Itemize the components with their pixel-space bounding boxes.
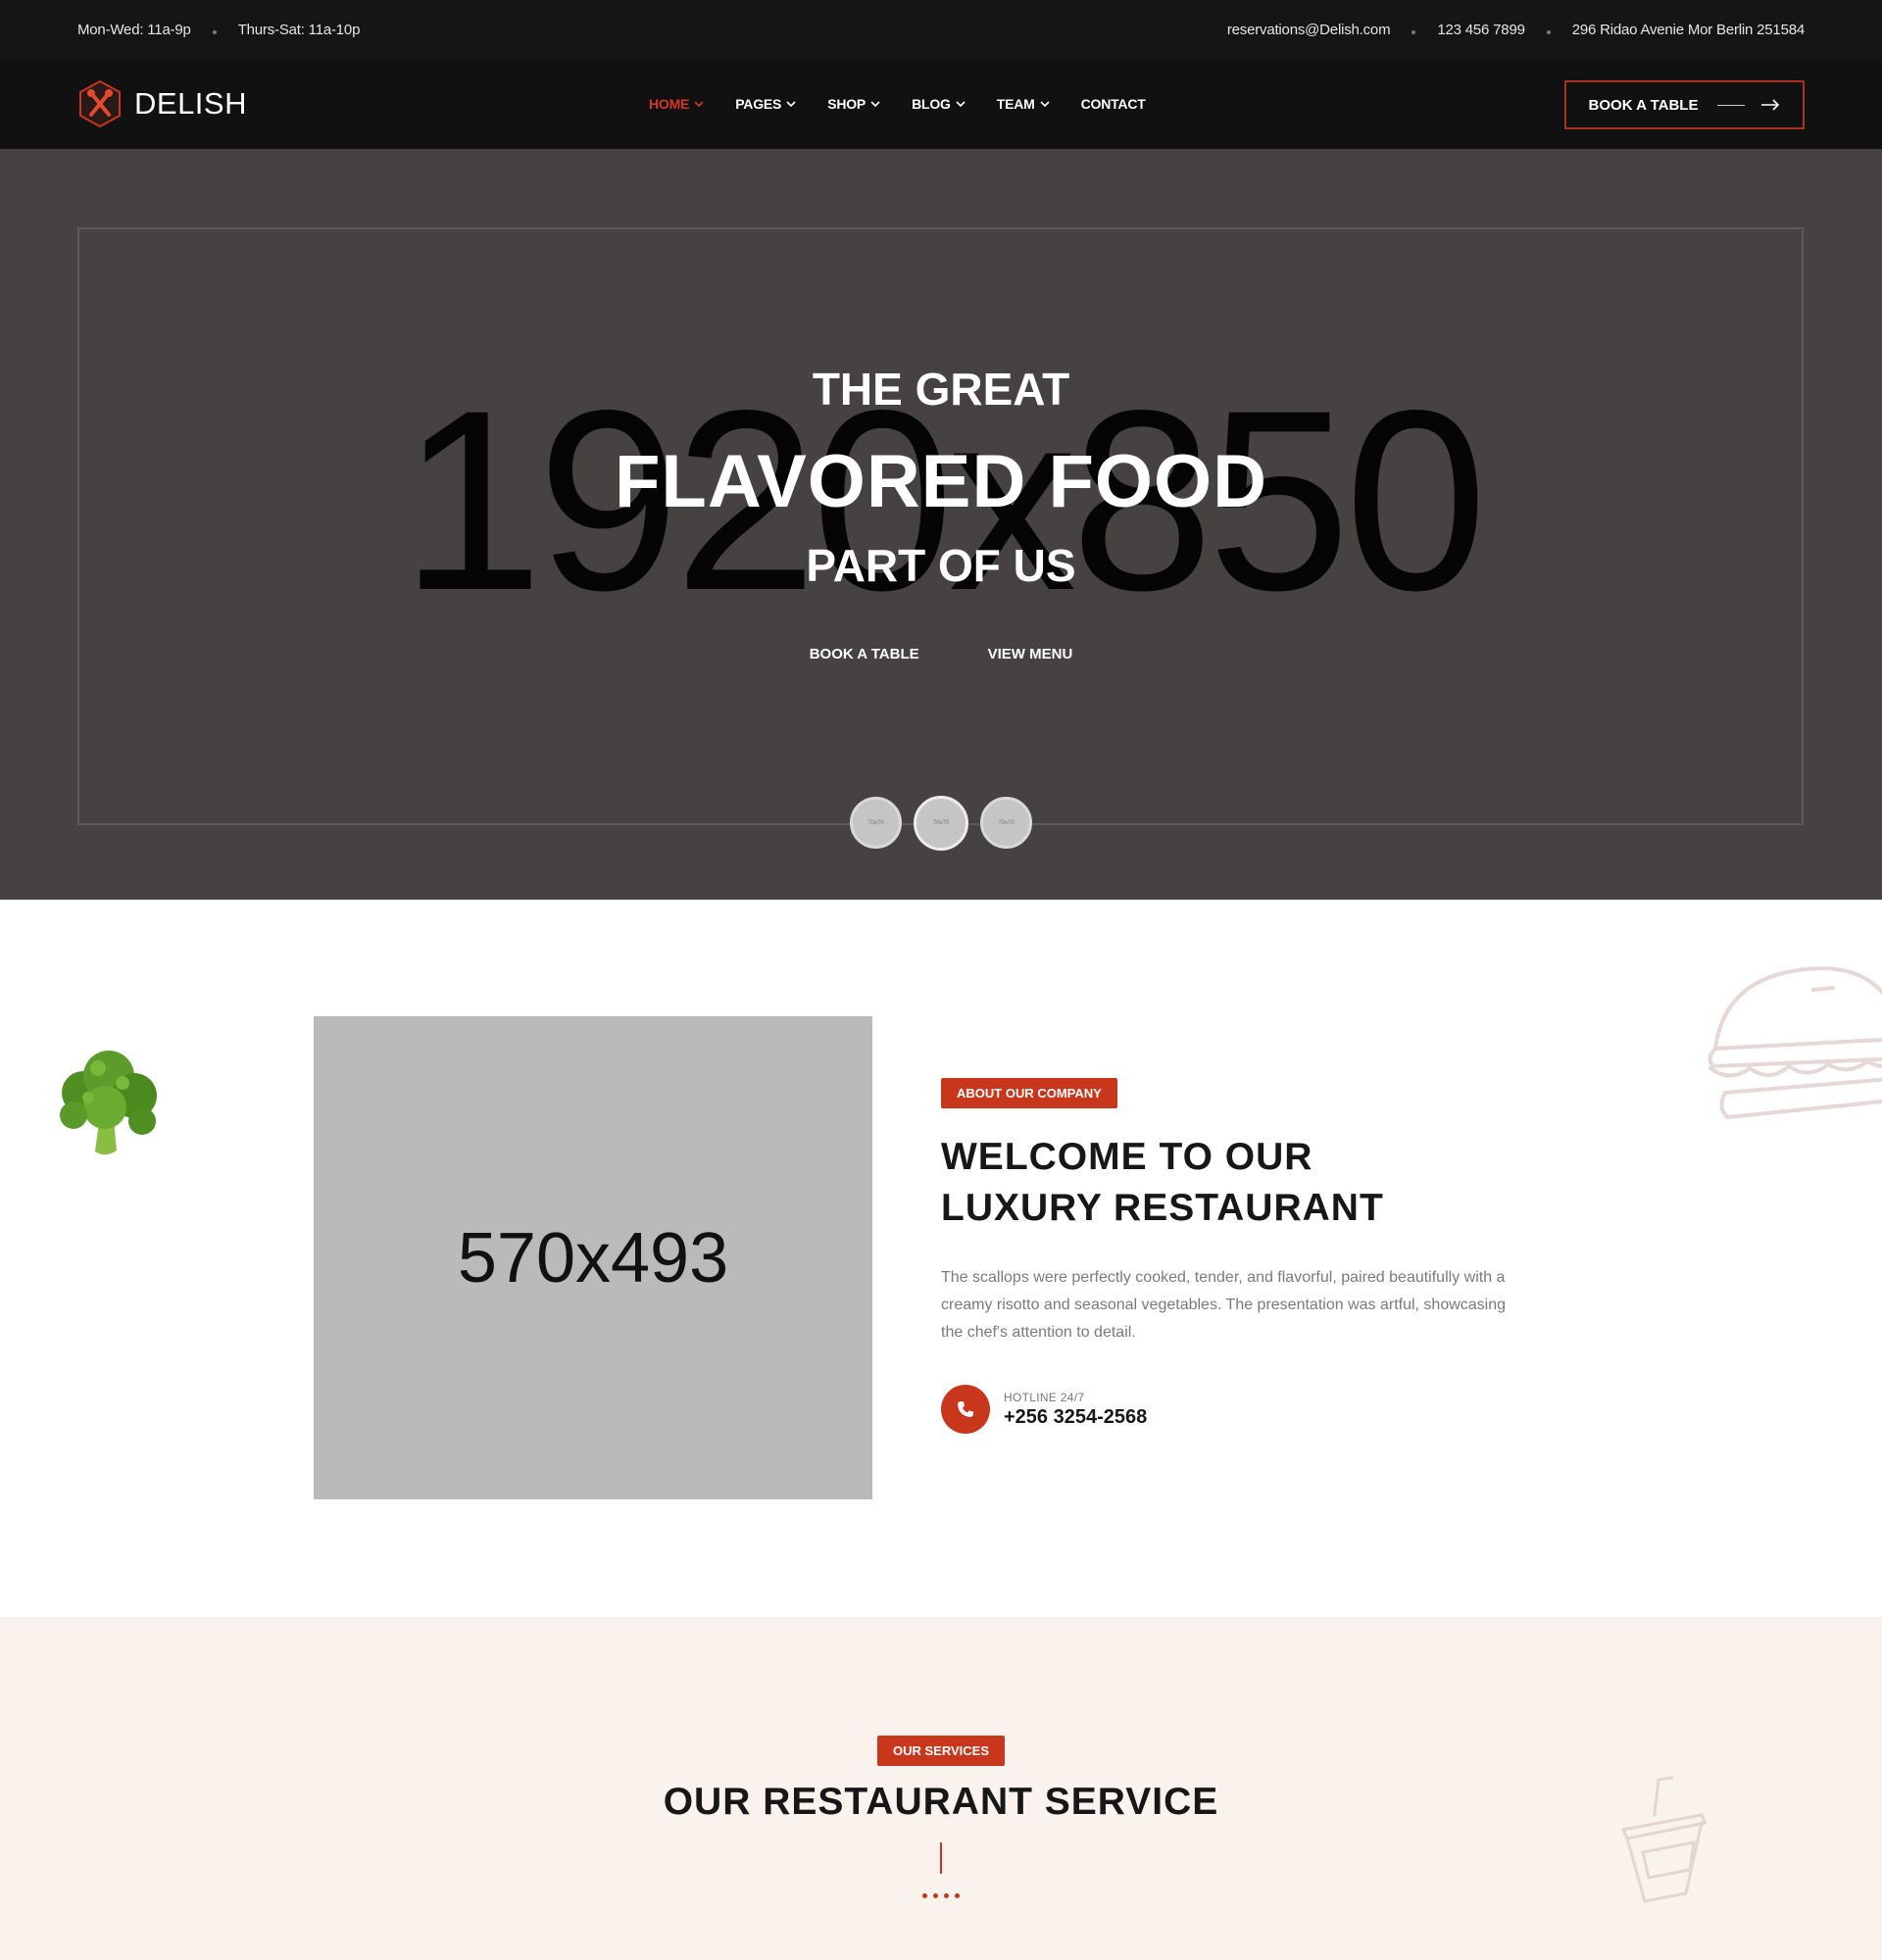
button-line-decoration: [1717, 104, 1746, 106]
site-logo[interactable]: DELISH: [77, 79, 247, 128]
nav-item-label: TEAM: [996, 96, 1035, 112]
divider-dot: [944, 1893, 949, 1898]
main-nav: HOME PAGES SHOP BLOG TEAM CONTACT: [649, 59, 1146, 149]
phone-icon: [958, 1401, 973, 1417]
services-divider-dots: [0, 1893, 1882, 1898]
separator-dot: [212, 30, 217, 34]
services-divider-line: [940, 1842, 942, 1874]
hotline-label: HOTLINE 24/7: [1004, 1390, 1085, 1404]
hotline-number[interactable]: +256 3254-2568: [1004, 1406, 1147, 1429]
chevron-down-icon: [1040, 101, 1050, 108]
slider-pagination: 70x70 70x70 70x70: [0, 796, 1882, 851]
nav-item-team[interactable]: TEAM: [997, 96, 1051, 112]
chevron-down-icon: [870, 101, 880, 108]
about-section: [0, 900, 1882, 1617]
divider-dot: [933, 1893, 938, 1898]
hero-slider: 1920x850 THE GREAT FLAVORED FOOD PART OF…: [0, 149, 1882, 900]
nav-item-home[interactable]: HOME: [649, 96, 705, 112]
services-title: OUR RESTAURANT SERVICE: [663, 1781, 1219, 1823]
contact-info: reservations@Delish.com 123 456 7899 296…: [1227, 0, 1805, 59]
phone-icon-wrap: [941, 1385, 990, 1434]
slider-dot-1[interactable]: 70x70: [850, 797, 902, 849]
about-image-placeholder: 570x493: [314, 1016, 872, 1499]
logo-text: DELISH: [134, 86, 247, 121]
broccoli-icon: [60, 1051, 157, 1155]
logo-icon: [79, 79, 121, 128]
separator-dot: [1546, 30, 1551, 34]
main-header: DELISH HOME PAGES SHOP BLOG TEAM CONTACT…: [0, 59, 1882, 149]
hotline-text: HOTLINE 24/7 +256 3254-2568: [1004, 1391, 1147, 1429]
nav-item-shop[interactable]: SHOP: [827, 96, 881, 112]
book-a-table-button[interactable]: BOOK A TABLE: [1564, 80, 1805, 129]
hero-book-a-table-link[interactable]: BOOK A TABLE: [810, 646, 919, 662]
divider-dot: [955, 1893, 960, 1898]
hero-tagline: PART OF US: [806, 540, 1076, 591]
cup-icon: [1621, 1776, 1708, 1903]
hours-mon-wed: Mon-Wed: 11a-9p: [77, 21, 191, 38]
book-a-table-label: BOOK A TABLE: [1588, 96, 1699, 114]
opening-hours: Mon-Wed: 11a-9p Thurs-Sat: 11a-10p: [77, 0, 360, 59]
nav-item-label: CONTACT: [1080, 96, 1146, 112]
separator-dot: [1412, 30, 1416, 34]
about-description: The scallops were perfectly cooked, tend…: [941, 1269, 1507, 1341]
nav-item-label: HOME: [649, 96, 690, 112]
services-badge: OUR SERVICES: [876, 1736, 1005, 1766]
chevron-down-icon: [694, 101, 704, 108]
email-link[interactable]: reservations@Delish.com: [1227, 22, 1391, 38]
hotline[interactable]: HOTLINE 24/7 +256 3254-2568: [941, 1385, 1147, 1434]
hero-title: FLAVORED FOOD: [614, 440, 1267, 523]
hours-thurs-sat: Thurs-Sat: 11a-10p: [237, 21, 361, 38]
burger-icon: [1708, 965, 1882, 1120]
slider-dot-3[interactable]: 70x70: [980, 797, 1032, 849]
services-badge-wrap: OUR SERVICES: [0, 1736, 1882, 1766]
hero-subtitle: THE GREAT: [812, 364, 1070, 415]
nav-item-label: SHOP: [827, 96, 867, 112]
nav-item-blog[interactable]: BLOG: [912, 96, 966, 112]
nav-item-contact[interactable]: CONTACT: [1081, 96, 1146, 112]
nav-item-label: PAGES: [735, 96, 782, 112]
divider-dot: [922, 1893, 927, 1898]
arrow-right-icon: [1761, 99, 1780, 111]
about-badge-wrap: ABOUT OUR COMPANY: [941, 1078, 1117, 1108]
address-text: 296 Ridao Avenie Mor Berlin 251584: [1571, 21, 1805, 38]
nav-item-label: BLOG: [912, 96, 951, 112]
chevron-down-icon: [786, 101, 796, 108]
slider-dot-2[interactable]: 70x70: [914, 796, 968, 851]
about-title-line-2: LUXURY RESTAURANT: [941, 1187, 1384, 1229]
about-title: WELCOME TO OUR LUXURY RESTAURANT: [941, 1132, 1384, 1234]
hero-actions: BOOK A TABLE VIEW MENU: [0, 646, 1882, 662]
chevron-down-icon: [956, 101, 966, 108]
phone-link[interactable]: 123 456 7899: [1437, 22, 1525, 38]
about-title-line-1: WELCOME TO OUR: [941, 1136, 1313, 1178]
hero-view-menu-link[interactable]: VIEW MENU: [988, 646, 1073, 662]
nav-item-pages[interactable]: PAGES: [735, 96, 797, 112]
about-badge: ABOUT OUR COMPANY: [941, 1078, 1117, 1108]
top-info-bar: Mon-Wed: 11a-9p Thurs-Sat: 11a-10p reser…: [0, 0, 1882, 59]
